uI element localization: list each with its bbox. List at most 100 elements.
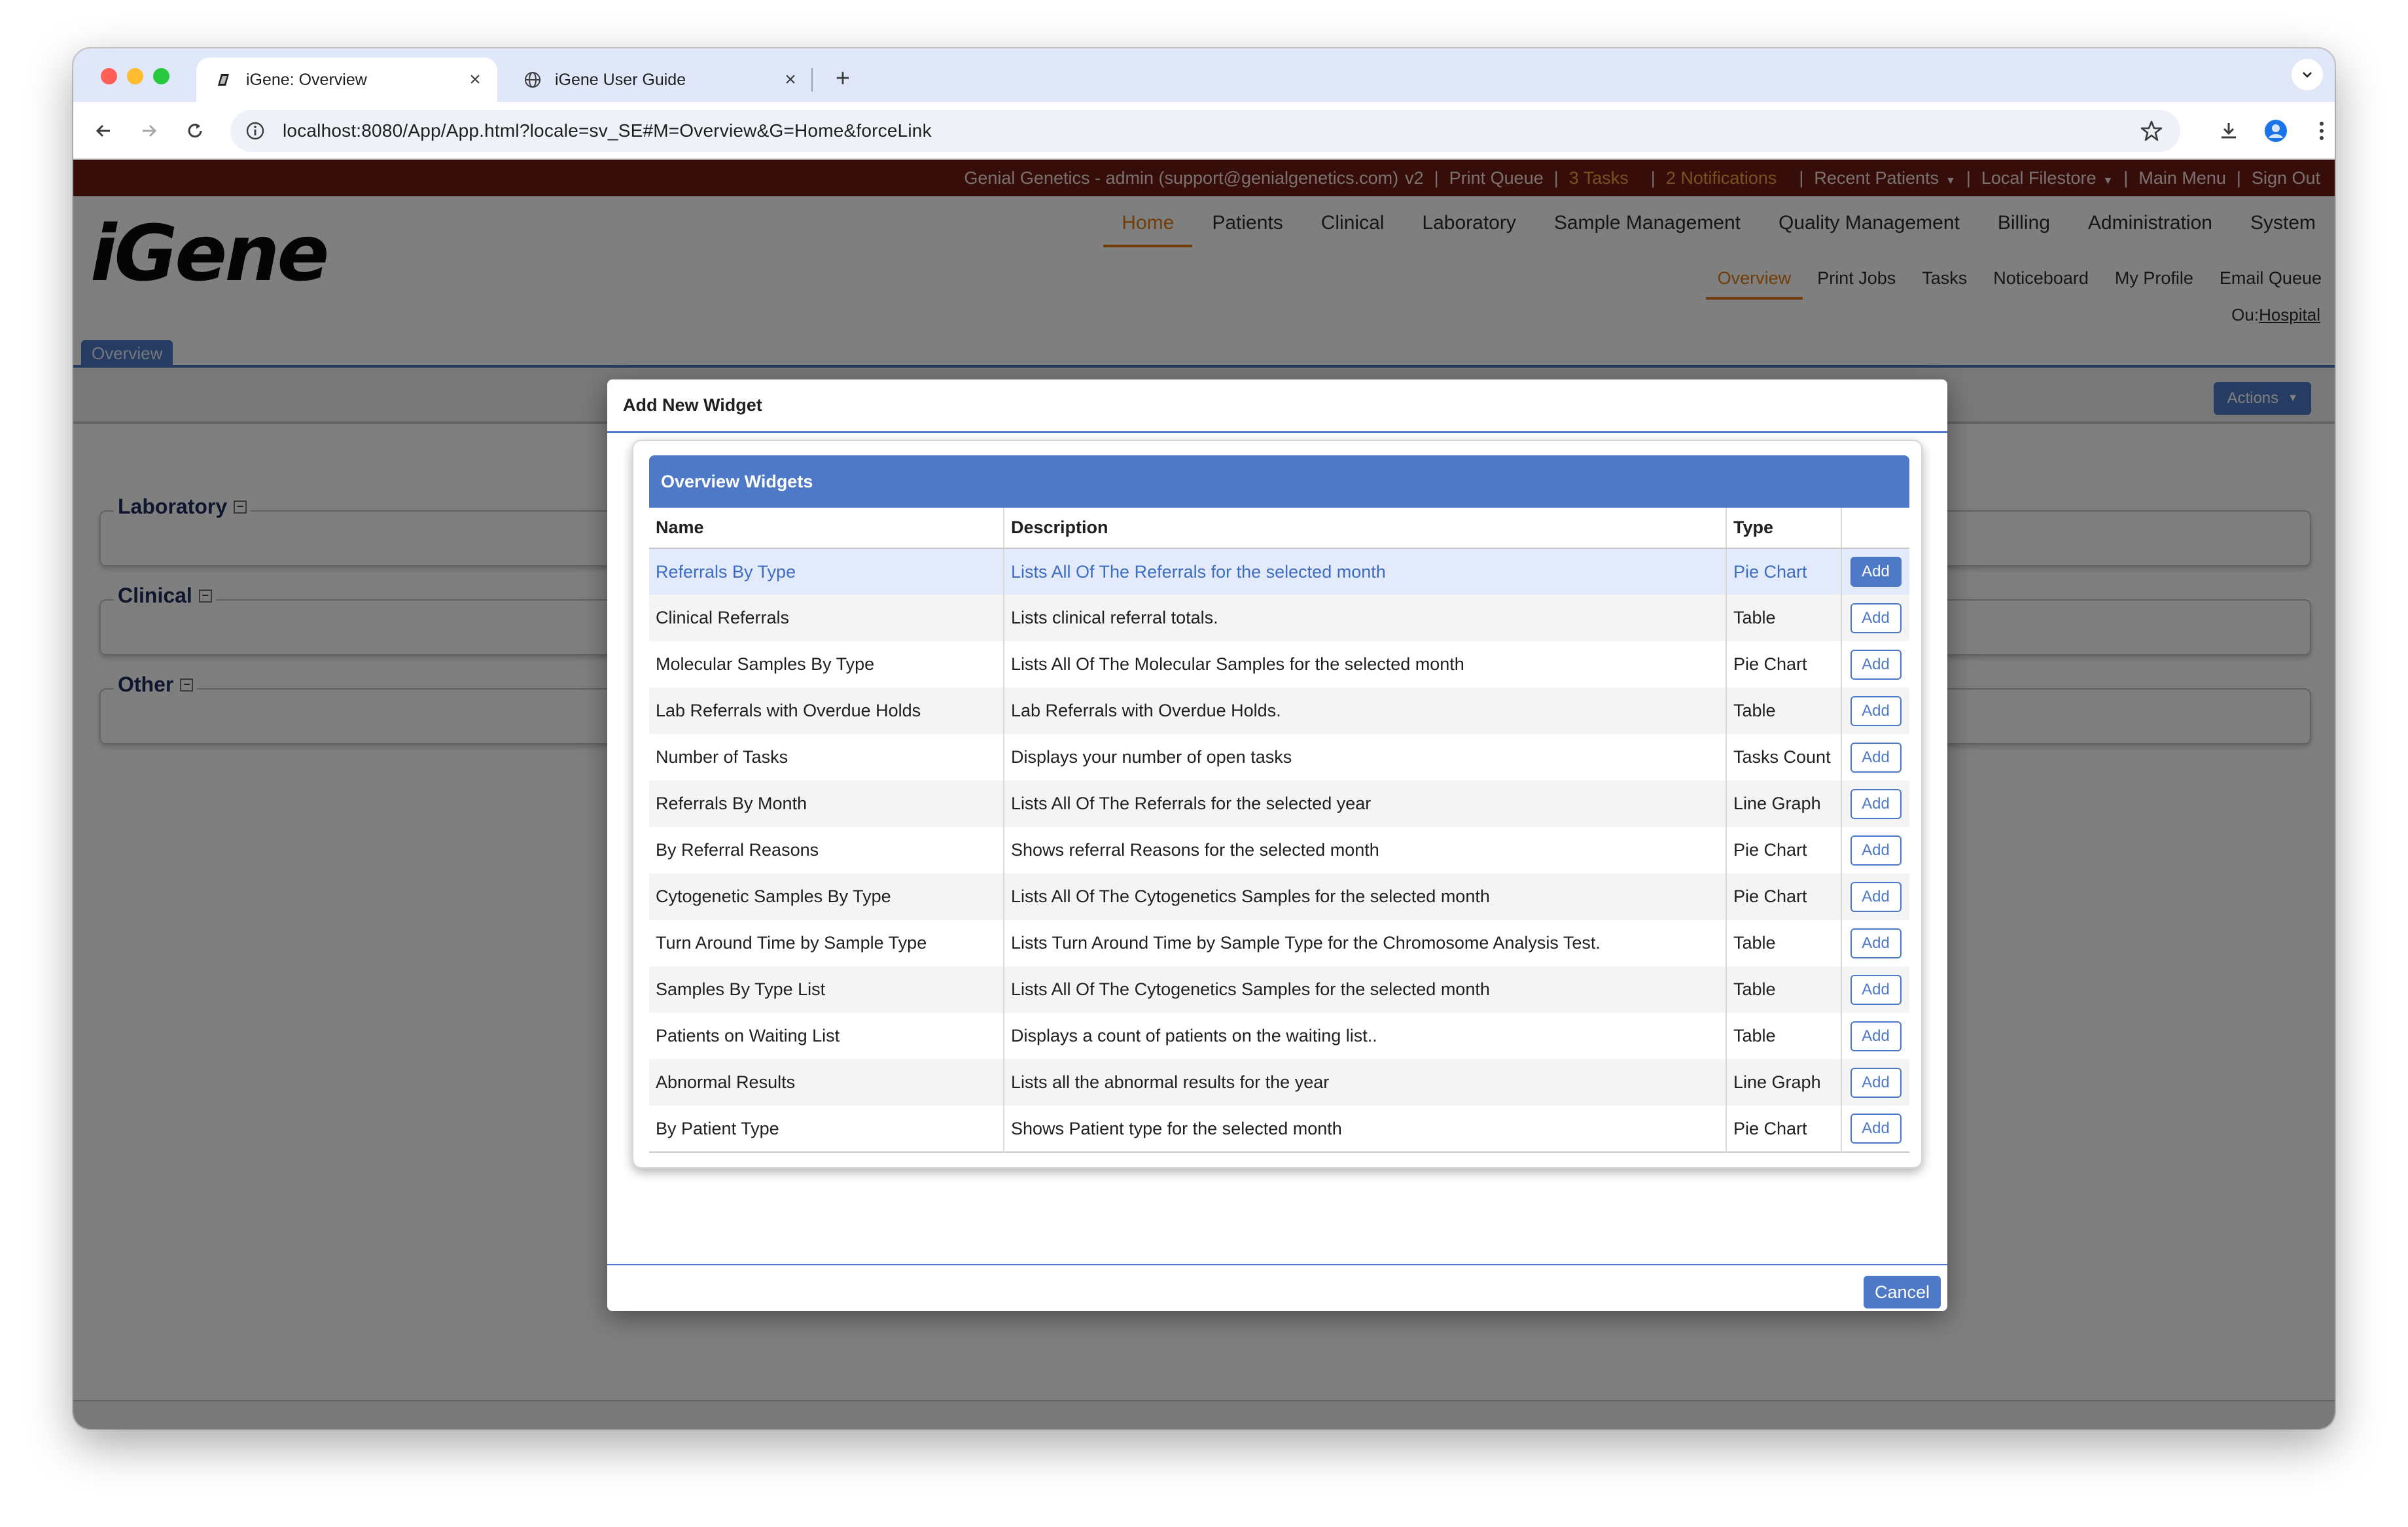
widget-name: Molecular Samples By Type xyxy=(649,641,1004,688)
action-cell: Add xyxy=(1841,641,1909,688)
address-bar[interactable]: localhost:8080/App/App.html?locale=sv_SE… xyxy=(230,110,2180,152)
action-cell: Add xyxy=(1841,734,1909,781)
new-tab-button[interactable]: + xyxy=(826,61,860,96)
widget-type: Pie Chart xyxy=(1726,873,1842,920)
close-tab-icon[interactable]: × xyxy=(777,67,804,93)
widget-description: Lists All Of The Cytogenetics Samples fo… xyxy=(1004,966,1727,1013)
table-row[interactable]: Clinical Referrals Lists clinical referr… xyxy=(649,595,1909,641)
add-widget-button[interactable]: Add xyxy=(1850,649,1902,680)
widget-type: Pie Chart xyxy=(1726,641,1842,688)
widget-type: Tasks Count xyxy=(1726,734,1842,781)
widget-description: Displays your number of open tasks xyxy=(1004,734,1727,781)
action-cell: Add xyxy=(1841,1013,1909,1059)
dialog-footer-divider xyxy=(607,1264,1947,1265)
add-widget-button[interactable]: Add xyxy=(1850,695,1902,726)
add-widget-button[interactable]: Add xyxy=(1850,742,1902,773)
widget-name: Clinical Referrals xyxy=(649,595,1004,641)
widget-name: Referrals By Month xyxy=(649,781,1004,827)
tab-igene-overview[interactable]: iGene: Overview × xyxy=(196,58,497,102)
column-header-name: Name xyxy=(649,508,1004,549)
table-row[interactable]: Turn Around Time by Sample Type Lists Tu… xyxy=(649,920,1909,966)
table-row[interactable]: By Patient Type Shows Patient type for t… xyxy=(649,1106,1909,1152)
tab-igene-user-guide[interactable]: iGene User Guide × xyxy=(505,58,813,102)
widget-name: Abnormal Results xyxy=(649,1059,1004,1106)
action-cell: Add xyxy=(1841,827,1909,873)
table-row[interactable]: Referrals By Type Lists All Of The Refer… xyxy=(649,548,1909,595)
add-widget-button[interactable]: Add xyxy=(1850,974,1902,1005)
action-cell: Add xyxy=(1841,1106,1909,1152)
tab-separator xyxy=(811,68,813,92)
widget-description: Lists All Of The Referrals for the selec… xyxy=(1004,548,1727,595)
overview-widgets-panel: Overview Widgets Name Description Type R… xyxy=(632,440,1922,1168)
add-widget-button[interactable]: Add xyxy=(1850,557,1902,587)
back-arrow-icon[interactable] xyxy=(88,115,119,147)
widget-description: Shows Patient type for the selected mont… xyxy=(1004,1106,1727,1152)
table-row[interactable]: Number of Tasks Displays your number of … xyxy=(649,734,1909,781)
action-cell: Add xyxy=(1841,1059,1909,1106)
table-row[interactable]: Patients on Waiting List Displays a coun… xyxy=(649,1013,1909,1059)
add-widget-button[interactable]: Add xyxy=(1850,928,1902,958)
igene-page: Genial Genetics - admin (support@genialg… xyxy=(73,160,2335,1429)
browser-window: iGene: Overview × iGene User Guide × + l… xyxy=(73,48,2335,1429)
widget-description: Shows referral Reasons for the selected … xyxy=(1004,827,1727,873)
bookmark-star-icon[interactable] xyxy=(2140,119,2163,143)
action-cell: Add xyxy=(1841,873,1909,920)
widget-name: Lab Referrals with Overdue Holds xyxy=(649,688,1004,734)
add-widget-button[interactable]: Add xyxy=(1850,788,1902,819)
widget-type: Table xyxy=(1726,1013,1842,1059)
widget-description: Lists clinical referral totals. xyxy=(1004,595,1727,641)
add-widget-button[interactable]: Add xyxy=(1850,1114,1902,1144)
close-tab-icon[interactable]: × xyxy=(462,67,488,93)
widget-name: Patients on Waiting List xyxy=(649,1013,1004,1059)
add-new-widget-dialog: Add New Widget Overview Widgets Name Des… xyxy=(607,379,1947,1311)
table-row[interactable]: Referrals By Month Lists All Of The Refe… xyxy=(649,781,1909,827)
tab-search-chevron-icon[interactable] xyxy=(2292,59,2323,90)
add-widget-button[interactable]: Add xyxy=(1850,603,1902,633)
action-cell: Add xyxy=(1841,595,1909,641)
widget-description: Lists All Of The Referrals for the selec… xyxy=(1004,781,1727,827)
widget-description: Lists All Of The Cytogenetics Samples fo… xyxy=(1004,873,1727,920)
column-header-description: Description xyxy=(1004,508,1727,549)
tab-title: iGene: Overview xyxy=(246,70,367,89)
panel-title: Overview Widgets xyxy=(649,455,1909,508)
cancel-button[interactable]: Cancel xyxy=(1864,1276,1941,1308)
widget-name: Referrals By Type xyxy=(649,548,1004,595)
action-cell: Add xyxy=(1841,920,1909,966)
download-icon[interactable] xyxy=(2213,115,2244,147)
widget-name: Number of Tasks xyxy=(649,734,1004,781)
forward-arrow-icon[interactable] xyxy=(133,115,165,147)
zoom-window-button[interactable] xyxy=(153,68,169,84)
reload-icon[interactable] xyxy=(179,115,211,147)
table-row[interactable]: By Referral Reasons Shows referral Reaso… xyxy=(649,827,1909,873)
igene-favicon-icon xyxy=(215,71,233,89)
add-widget-button[interactable]: Add xyxy=(1850,835,1902,866)
add-widget-button[interactable]: Add xyxy=(1850,1021,1902,1051)
table-row[interactable]: Lab Referrals with Overdue Holds Lab Ref… xyxy=(649,688,1909,734)
minimize-window-button[interactable] xyxy=(127,68,143,84)
widget-type: Table xyxy=(1726,966,1842,1013)
widget-type: Table xyxy=(1726,688,1842,734)
table-row[interactable]: Cytogenetic Samples By Type Lists All Of… xyxy=(649,873,1909,920)
action-cell: Add xyxy=(1841,966,1909,1013)
widget-name: By Patient Type xyxy=(649,1106,1004,1152)
close-window-button[interactable] xyxy=(101,68,117,84)
widget-type: Table xyxy=(1726,595,1842,641)
widget-type: Pie Chart xyxy=(1726,1106,1842,1152)
widget-name: Turn Around Time by Sample Type xyxy=(649,920,1004,966)
profile-avatar-icon[interactable] xyxy=(2260,115,2292,147)
table-row[interactable]: Abnormal Results Lists all the abnormal … xyxy=(649,1059,1909,1106)
url-text: localhost:8080/App/App.html?locale=sv_SE… xyxy=(283,120,932,141)
action-cell: Add xyxy=(1841,781,1909,827)
table-row[interactable]: Samples By Type List Lists All Of The Cy… xyxy=(649,966,1909,1013)
browser-menu-icon[interactable] xyxy=(2306,115,2335,147)
tab-strip: iGene: Overview × iGene User Guide × + xyxy=(73,48,2335,102)
action-cell: Add xyxy=(1841,688,1909,734)
add-widget-button[interactable]: Add xyxy=(1850,1067,1902,1098)
widget-type: Line Graph xyxy=(1726,781,1842,827)
widget-type: Pie Chart xyxy=(1726,548,1842,595)
widget-description: Lists Turn Around Time by Sample Type fo… xyxy=(1004,920,1727,966)
table-row[interactable]: Molecular Samples By Type Lists All Of T… xyxy=(649,641,1909,688)
site-info-icon[interactable] xyxy=(245,120,266,141)
widget-name: Cytogenetic Samples By Type xyxy=(649,873,1004,920)
add-widget-button[interactable]: Add xyxy=(1850,881,1902,912)
